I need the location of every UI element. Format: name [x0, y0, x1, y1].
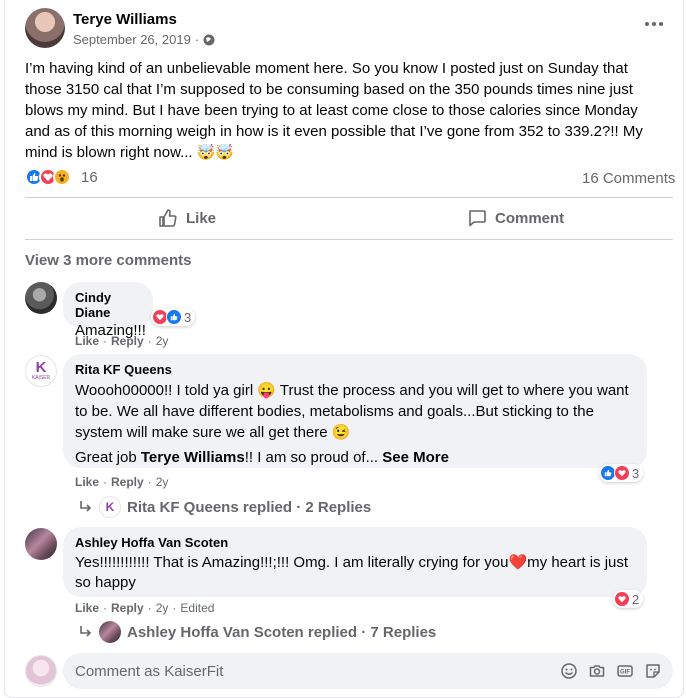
comment-avatar[interactable] [25, 282, 57, 314]
post-date[interactable]: September 26, 2019 [73, 32, 191, 47]
like-reaction-icon [166, 309, 182, 325]
reply-arrow-icon [80, 501, 92, 512]
comment-text: Woooh00000!! I told ya girl 😛 Trust the … [75, 382, 629, 441]
comment-time[interactable]: 2y [156, 475, 169, 489]
comment-avatar[interactable] [25, 528, 57, 560]
comment-time[interactable]: 2y [156, 334, 169, 348]
comment-text-continued: Great job Terye Williams!! I am so proud… [75, 449, 449, 466]
post-meta: September 26, 2019 · [73, 32, 215, 47]
comment-reactions[interactable]: 2 [613, 590, 644, 608]
comment-like-link[interactable]: Like [75, 601, 99, 615]
more-dots-icon[interactable] [645, 22, 663, 26]
author-avatar[interactable] [25, 8, 65, 48]
comment-edited[interactable]: Edited [180, 601, 214, 615]
sticker-icon[interactable] [645, 663, 661, 679]
replier-avatar [99, 621, 121, 643]
love-reaction-icon [614, 465, 630, 481]
reaction-count: 16 [81, 168, 98, 186]
gif-icon[interactable]: GIF [617, 663, 633, 679]
divider-bottom [25, 239, 673, 240]
comment-bubble-icon [469, 210, 486, 227]
kaiserfit-logo-text: KAISER [31, 375, 51, 381]
svg-text:GIF: GIF [620, 670, 630, 676]
mention-terye[interactable]: Terye Williams [141, 449, 245, 466]
composer-placeholder: Comment as KaiserFit [75, 662, 224, 680]
view-replies-link[interactable]: Ashley Hoffa Van Scoten replied · 7 Repl… [77, 621, 436, 643]
wow-reaction-icon [53, 168, 71, 186]
replies-label: Ashley Hoffa Van Scoten replied · 7 Repl… [127, 623, 437, 641]
comment-author[interactable]: Rita KF Queens [75, 362, 635, 377]
comment-button[interactable]: Comment [467, 208, 564, 228]
globe-icon [203, 34, 215, 45]
comment-reaction-count: 3 [184, 309, 192, 325]
replier-avatar: K [99, 496, 121, 518]
comment-author[interactable]: Ashley Hoffa Van Scoten [75, 535, 635, 550]
comment-meta: Like · Reply · 2y [75, 334, 169, 348]
see-more-link[interactable]: See More [382, 449, 449, 466]
replies-label: Rita KF Queens replied · 2 Replies [127, 498, 372, 516]
comment-avatar[interactable]: K KAISER [25, 355, 57, 387]
meta-separator: · [194, 32, 200, 47]
comments-count[interactable]: 16 Comments [582, 170, 675, 187]
like-label: Like [186, 209, 217, 227]
comment-text: Yes!!!!!!!!!!!! That is Amazing!!!;!!! O… [75, 554, 629, 591]
comment-author[interactable]: Cindy Diane [75, 290, 141, 320]
divider-top [25, 197, 673, 198]
comment-reaction-count: 3 [632, 465, 640, 481]
comment-reactions[interactable]: 3 [599, 464, 644, 482]
comment-bubble: Cindy Diane Amazing!!! [63, 282, 153, 339]
camera-icon[interactable] [589, 663, 605, 679]
comment-reply-link[interactable]: Reply [111, 601, 144, 615]
comment-meta: Like · Reply · 2y · Edited [75, 601, 215, 615]
composer-tools: GIF [561, 663, 661, 679]
comment-time[interactable]: 2y [156, 601, 169, 615]
reply-arrow-icon [80, 626, 92, 637]
comment-like-link[interactable]: Like [75, 475, 99, 489]
comment-bubble: Rita KF Queens Woooh00000!! I told ya gi… [63, 354, 647, 468]
comment-bubble: Ashley Hoffa Van Scoten Yes!!!!!!!!!!!! … [63, 527, 647, 597]
comment-label: Comment [495, 209, 565, 227]
comment-reactions[interactable]: 3 [151, 308, 196, 326]
post-card: Terye Williams September 26, 2019 · I’m … [4, 0, 684, 698]
composer-avatar[interactable] [25, 655, 57, 687]
like-button[interactable]: Like [158, 208, 216, 228]
comment-like-link[interactable]: Like [75, 334, 99, 348]
thumbs-up-icon [159, 209, 177, 227]
post-text: I’m having kind of an unbelievable momen… [25, 60, 643, 161]
reaction-summary[interactable]: 16 [25, 168, 98, 186]
love-reaction-icon [614, 591, 630, 607]
comment-composer[interactable]: Comment as KaiserFit GIF [63, 653, 673, 689]
view-more-comments[interactable]: View 3 more comments [25, 252, 191, 269]
author-name[interactable]: Terye Williams [73, 11, 177, 28]
emoji-icon[interactable] [561, 663, 577, 679]
comment-reaction-count: 2 [632, 591, 640, 607]
comment-meta: Like · Reply · 2y [75, 475, 169, 489]
comment-reply-link[interactable]: Reply [111, 334, 144, 348]
comment-reply-link[interactable]: Reply [111, 475, 144, 489]
view-replies-link[interactable]: K Rita KF Queens replied · 2 Replies [77, 496, 371, 518]
